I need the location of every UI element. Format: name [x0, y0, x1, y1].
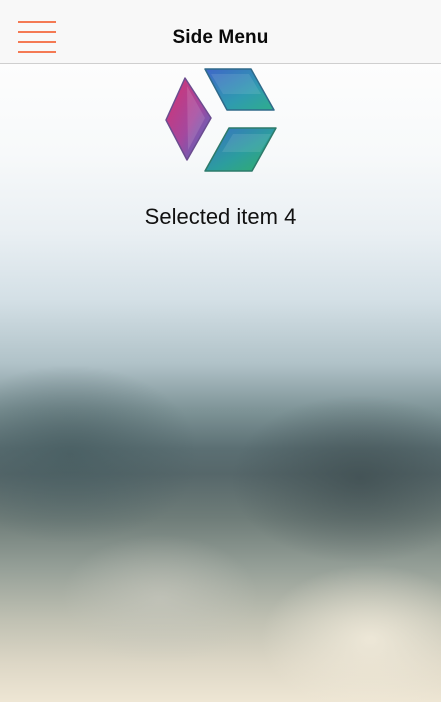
navigation-bar: Side Menu [0, 0, 441, 64]
main-content: Selected item 4 [0, 64, 441, 702]
app-screen: Side Menu Selected item 4 [0, 0, 441, 702]
page-title: Side Menu [172, 27, 269, 48]
selected-item-label: Selected item 4 [144, 204, 297, 229]
background-blur [60, 534, 260, 664]
cube-logo-icon [165, 68, 277, 172]
